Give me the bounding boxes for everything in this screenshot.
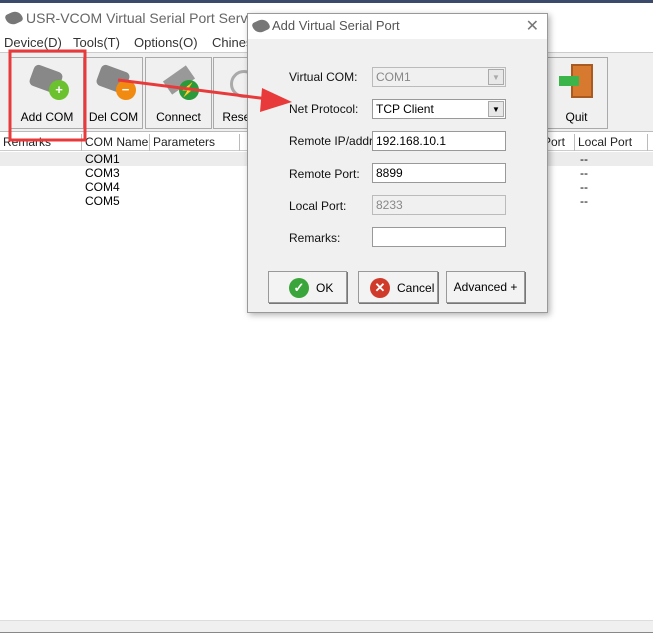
annotation-overlay — [8, 49, 292, 142]
annotation-highlight-box — [8, 49, 87, 142]
annotation-arrow-line — [117, 78, 269, 101]
annotation-arrow-head — [260, 88, 292, 112]
